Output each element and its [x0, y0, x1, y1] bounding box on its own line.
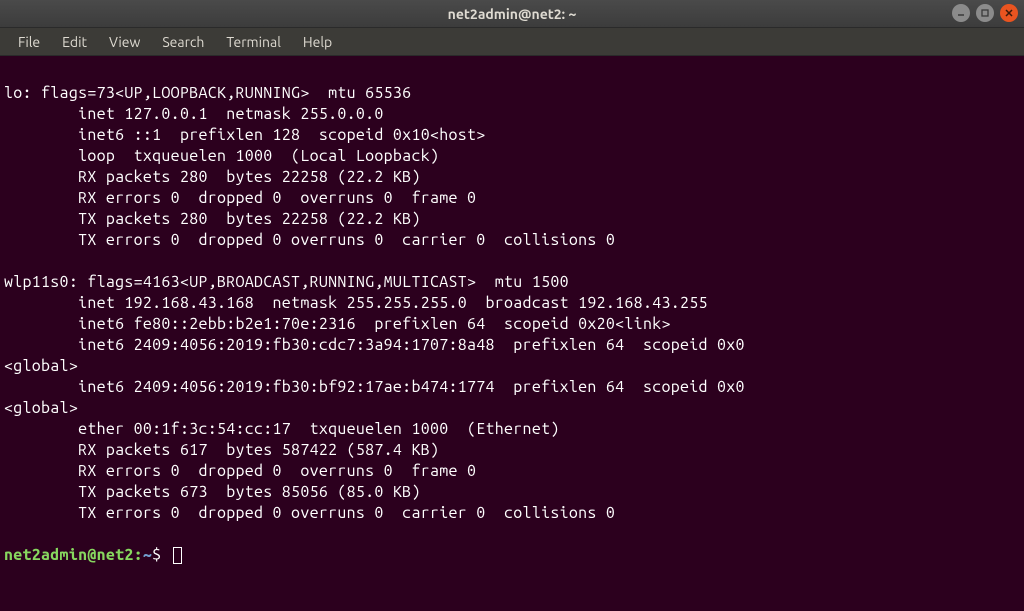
output-line: inet6 ::1 prefixlen 128 scopeid 0x10<hos… [4, 126, 486, 144]
menubar: File Edit View Search Terminal Help [0, 28, 1024, 56]
output-line: lo: flags=73<UP,LOOPBACK,RUNNING> mtu 65… [4, 84, 411, 102]
cursor [173, 547, 182, 564]
minimize-button[interactable] [952, 4, 970, 22]
prompt-userhost: net2admin@net2 [4, 546, 134, 564]
output-line: <global> [4, 399, 78, 417]
titlebar: net2admin@net2: ~ [0, 0, 1024, 28]
output-line: TX packets 280 bytes 22258 (22.2 KB) [4, 210, 421, 228]
output-line: ether 00:1f:3c:54:cc:17 txqueuelen 1000 … [4, 420, 560, 438]
output-line: inet6 2409:4056:2019:fb30:bf92:17ae:b474… [4, 378, 745, 396]
output-line: loop txqueuelen 1000 (Local Loopback) [4, 147, 439, 165]
output-line: inet 127.0.0.1 netmask 255.0.0.0 [4, 105, 384, 123]
output-line: inet 192.168.43.168 netmask 255.255.255.… [4, 294, 708, 312]
close-icon [1004, 8, 1014, 18]
menu-edit[interactable]: Edit [52, 32, 97, 52]
window-title: net2admin@net2: ~ [448, 6, 577, 22]
output-line: inet6 2409:4056:2019:fb30:cdc7:3a94:1707… [4, 336, 745, 354]
maximize-button[interactable] [976, 4, 994, 22]
output-line: RX errors 0 dropped 0 overruns 0 frame 0 [4, 189, 476, 207]
window-controls [952, 4, 1018, 22]
output-line: RX errors 0 dropped 0 overruns 0 frame 0 [4, 462, 476, 480]
menu-search[interactable]: Search [152, 32, 214, 52]
output-line: TX packets 673 bytes 85056 (85.0 KB) [4, 483, 421, 501]
output-line: RX packets 280 bytes 22258 (22.2 KB) [4, 168, 421, 186]
output-line: TX errors 0 dropped 0 overruns 0 carrier… [4, 504, 615, 522]
menu-file[interactable]: File [8, 32, 50, 52]
prompt-dollar: $ [152, 546, 161, 564]
prompt-colon: : [134, 546, 143, 564]
output-line: inet6 fe80::2ebb:b2e1:70e:2316 prefixlen… [4, 315, 671, 333]
prompt-path: ~ [143, 546, 152, 564]
menu-view[interactable]: View [99, 32, 150, 52]
maximize-icon [980, 8, 990, 18]
menu-terminal[interactable]: Terminal [216, 32, 291, 52]
output-line: <global> [4, 357, 78, 375]
minimize-icon [956, 8, 966, 18]
output-line: wlp11s0: flags=4163<UP,BROADCAST,RUNNING… [4, 273, 569, 291]
close-button[interactable] [1000, 4, 1018, 22]
menu-help[interactable]: Help [293, 32, 342, 52]
terminal-output[interactable]: lo: flags=73<UP,LOOPBACK,RUNNING> mtu 65… [0, 56, 1024, 572]
output-line: TX errors 0 dropped 0 overruns 0 carrier… [4, 231, 615, 249]
output-line: RX packets 617 bytes 587422 (587.4 KB) [4, 441, 439, 459]
